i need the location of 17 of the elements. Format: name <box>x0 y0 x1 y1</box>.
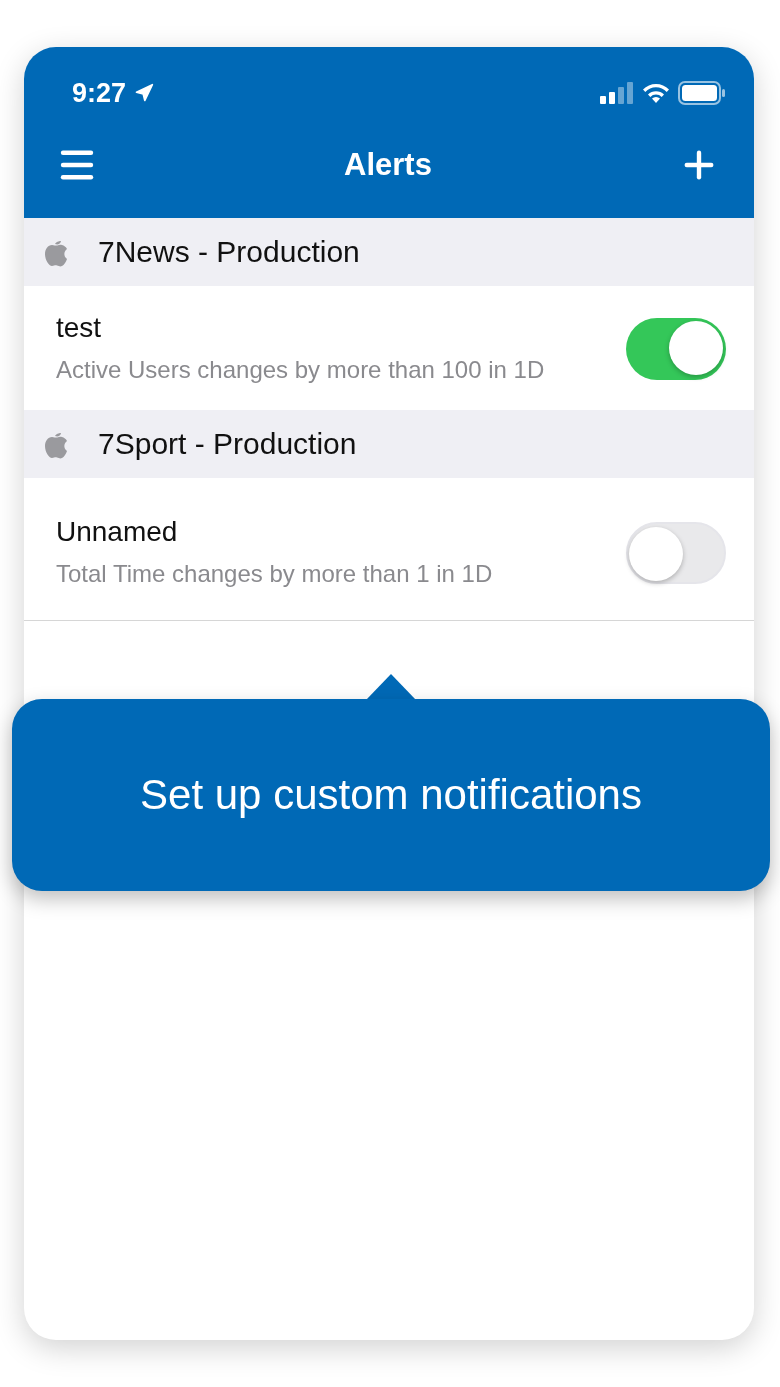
alert-toggle[interactable] <box>626 318 726 380</box>
battery-icon <box>678 81 726 105</box>
wifi-icon <box>642 82 670 104</box>
alert-description: Total Time changes by more than 1 in 1D <box>56 559 493 589</box>
alert-description: Active Users changes by more than 100 in 1D <box>56 355 545 385</box>
section-title: 7Sport - Production <box>98 427 357 461</box>
alert-row[interactable]: Unnamed Total Time changes by more than 1 in 1D <box>24 478 754 621</box>
callout-text: Set up custom notifications <box>140 771 642 819</box>
location-arrow-icon <box>134 83 155 103</box>
section-title: 7News - Production <box>98 235 360 269</box>
alert-name: Unnamed <box>56 516 179 548</box>
alert-toggle[interactable] <box>626 522 726 584</box>
alert-row[interactable]: test Active Users changes by more than 100 in 1D <box>24 286 754 410</box>
alert-name: test <box>56 312 103 344</box>
signal-icon <box>600 82 634 104</box>
screen-title: Alerts <box>344 146 432 183</box>
status-time: 9:27 <box>72 77 127 109</box>
